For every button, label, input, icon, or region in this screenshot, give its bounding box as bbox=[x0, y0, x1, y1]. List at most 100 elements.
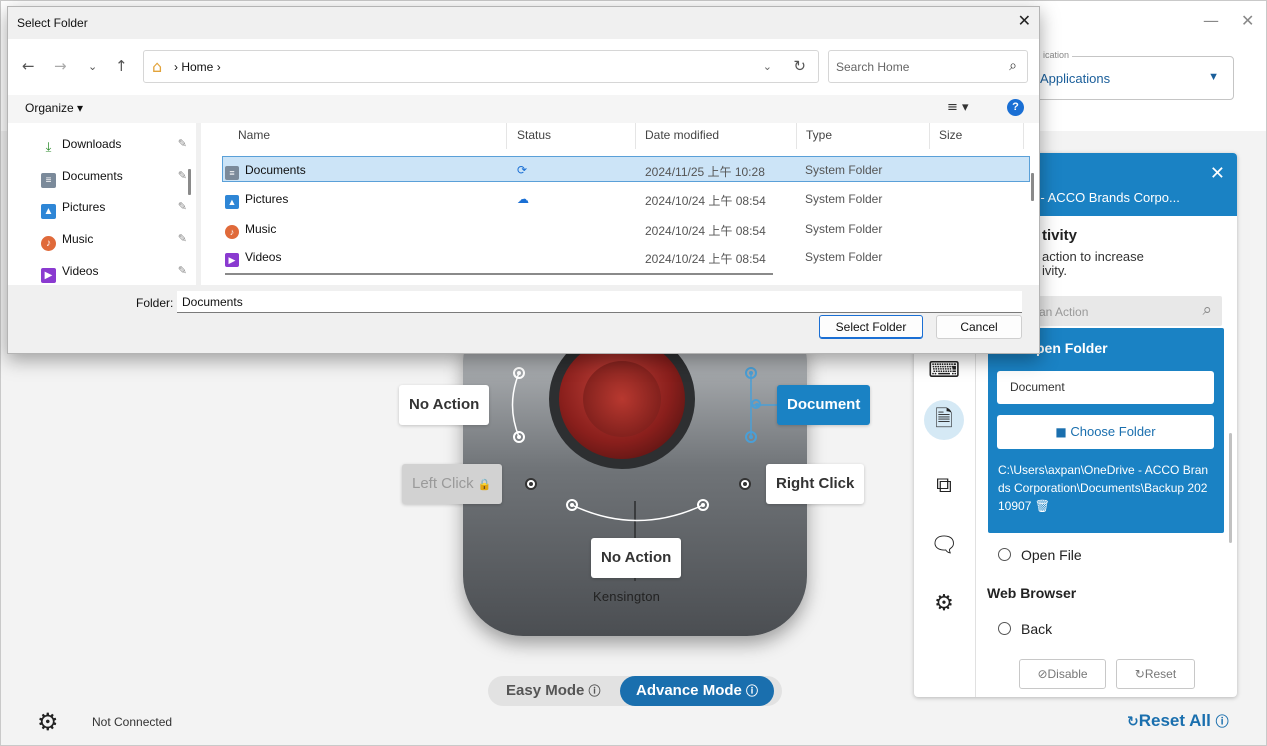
search-box[interactable]: ⌕ bbox=[828, 50, 1028, 83]
column-header-status[interactable]: Status bbox=[517, 128, 551, 142]
vertical-scrollbar[interactable] bbox=[1031, 173, 1034, 201]
disable-button[interactable]: ⊘Disable bbox=[1019, 659, 1106, 689]
command-bar: Organize ▾ ≡ ▾ ? bbox=[8, 95, 1039, 123]
button-dot-right-click[interactable] bbox=[739, 478, 751, 490]
pin-icon[interactable]: ✎ bbox=[178, 226, 187, 252]
callout-left-click[interactable]: Left Click 🔒 bbox=[402, 464, 502, 504]
button-dot-top-left[interactable] bbox=[513, 367, 525, 379]
pin-icon[interactable]: ✎ bbox=[178, 131, 187, 157]
documents-icon: ≡ bbox=[225, 166, 239, 180]
callout-top-right[interactable]: Document bbox=[777, 385, 871, 425]
column-header-name[interactable]: Name bbox=[238, 128, 270, 142]
pin-icon[interactable]: ✎ bbox=[178, 258, 187, 284]
keyboard-icon[interactable]: ⌨ bbox=[924, 351, 964, 391]
radio-open-file[interactable] bbox=[998, 548, 1011, 561]
search-icon: ⌕ bbox=[1009, 58, 1017, 74]
dialog-close-icon[interactable]: ✕ bbox=[1018, 11, 1031, 30]
pin-icon[interactable]: ✎ bbox=[178, 163, 187, 189]
forward-arrow-icon[interactable]: → bbox=[54, 57, 67, 75]
reset-button[interactable]: ↻Reset bbox=[1116, 659, 1195, 689]
button-dot-left-upper[interactable] bbox=[513, 431, 525, 443]
horizontal-scrollbar[interactable] bbox=[225, 273, 773, 275]
button-dot-top-right[interactable] bbox=[745, 367, 757, 379]
column-separator[interactable] bbox=[635, 123, 636, 149]
column-header-size[interactable]: Size bbox=[939, 128, 962, 142]
button-dot-bottom-right[interactable] bbox=[697, 499, 709, 511]
nav-item-music[interactable]: ♪ Music ✎ bbox=[41, 226, 191, 252]
panel-close-icon[interactable]: ✕ bbox=[1210, 163, 1225, 184]
videos-icon: ▶ bbox=[225, 253, 239, 267]
select-folder-button[interactable]: Select Folder bbox=[819, 315, 923, 339]
reset-icon: ↻ bbox=[1127, 714, 1139, 730]
button-dot-bottom-left[interactable] bbox=[566, 499, 578, 511]
address-dropdown-icon[interactable]: ⌄ bbox=[763, 60, 772, 73]
table-row[interactable]: ♪ Music 2024/10/24 上午 08:54 System Folder bbox=[222, 216, 1030, 242]
table-row[interactable]: ▶ Videos 2024/10/24 上午 08:54 System Folde… bbox=[222, 244, 1030, 270]
action-search-input[interactable]: an Action ⌕ bbox=[1029, 296, 1222, 326]
reset-all-button[interactable]: ↻Reset All ⓘ bbox=[1127, 711, 1229, 731]
row-name-cell: ▶ Videos bbox=[225, 250, 281, 267]
column-separator[interactable] bbox=[796, 123, 797, 149]
pictures-icon: ▲ bbox=[41, 204, 56, 219]
lock-icon: 🔒 bbox=[477, 478, 492, 491]
disable-icon: ⊘ bbox=[1037, 667, 1048, 681]
pictures-icon: ▲ bbox=[225, 195, 239, 209]
monitor-settings-icon[interactable]: ⚙ bbox=[924, 584, 964, 624]
nav-item-pictures[interactable]: ▲ Pictures ✎ bbox=[41, 194, 191, 220]
option-open-file[interactable]: Open File bbox=[998, 547, 1082, 563]
nav-item-downloads[interactable]: ⤓ Downloads ✎ bbox=[41, 131, 191, 157]
organize-menu[interactable]: Organize ▾ bbox=[25, 101, 83, 115]
address-bar[interactable]: ⌂ › Home › ⌄ ↻ bbox=[143, 50, 819, 83]
advance-mode-button[interactable]: Advance Mode ⓘ bbox=[620, 676, 775, 706]
column-separator[interactable] bbox=[1023, 123, 1024, 149]
radio-back[interactable] bbox=[998, 622, 1011, 635]
table-row[interactable]: ▲ Pictures ☁ 2024/10/24 上午 08:54 System F… bbox=[222, 186, 1030, 212]
row-name-cell: ♪ Music bbox=[225, 222, 276, 239]
cancel-button[interactable]: Cancel bbox=[936, 315, 1022, 339]
column-separator[interactable] bbox=[929, 123, 930, 149]
table-row[interactable]: ≡ Documents ⟳ 2024/11/25 上午 10:28 System … bbox=[222, 156, 1030, 182]
view-options-icon[interactable]: ≡ ▾ bbox=[947, 100, 969, 115]
column-header-type[interactable]: Type bbox=[806, 128, 832, 142]
settings-gear-icon[interactable]: ⚙ bbox=[37, 708, 69, 736]
column-separator[interactable] bbox=[506, 123, 507, 149]
document-name-field[interactable]: Document bbox=[997, 371, 1214, 404]
callout-bottom[interactable]: No Action bbox=[591, 538, 682, 578]
text-box-icon[interactable]: 🗨 bbox=[924, 526, 964, 566]
button-dot-document[interactable] bbox=[751, 399, 761, 409]
row-date-cell: 2024/10/24 上午 08:54 bbox=[645, 252, 766, 266]
file-clock-icon[interactable]: 🗎 bbox=[924, 400, 964, 440]
choose-folder-button[interactable]: ■ Choose Folder bbox=[997, 415, 1214, 449]
option-back[interactable]: Back bbox=[998, 621, 1052, 637]
videos-icon: ▶ bbox=[41, 268, 56, 283]
nav-item-videos[interactable]: ▶ Videos ✎ bbox=[41, 258, 191, 284]
reset-icon: ↻ bbox=[1134, 667, 1145, 681]
row-name-cell: ▲ Pictures bbox=[225, 192, 288, 209]
callout-right-click[interactable]: Right Click bbox=[766, 464, 865, 504]
search-input[interactable] bbox=[836, 58, 996, 76]
panel-description: action to increase ivity. bbox=[1042, 249, 1144, 278]
nav-pane-scrollbar[interactable] bbox=[188, 169, 191, 195]
refresh-icon[interactable]: ↻ bbox=[793, 57, 806, 75]
callout-top-left[interactable]: No Action bbox=[399, 385, 490, 425]
trash-icon[interactable]: 🗑 bbox=[1035, 499, 1050, 513]
up-arrow-icon[interactable]: ↑ bbox=[115, 57, 128, 75]
copy-add-icon[interactable]: ⧉ bbox=[924, 466, 964, 506]
folder-label: Folder: bbox=[136, 296, 174, 310]
recent-locations-chevron-icon[interactable]: ⌄ bbox=[88, 60, 97, 73]
pin-icon[interactable]: ✎ bbox=[178, 194, 187, 220]
documents-icon: ≡ bbox=[41, 173, 56, 188]
column-header-date[interactable]: Date modified bbox=[645, 128, 719, 142]
back-arrow-icon[interactable]: ← bbox=[22, 57, 35, 75]
folder-name-input[interactable] bbox=[177, 291, 1022, 313]
help-icon[interactable]: ? bbox=[1007, 99, 1024, 116]
group-web-browser: Web Browser bbox=[987, 585, 1077, 601]
folder-path: C:\Users\axpan\OneDrive - ACCO Brands Co… bbox=[998, 463, 1209, 513]
breadcrumb[interactable]: › Home › bbox=[174, 60, 221, 74]
easy-mode-button[interactable]: Easy Mode ⓘ bbox=[490, 676, 617, 706]
button-dot-left-click[interactable] bbox=[525, 478, 537, 490]
panel-scrollbar[interactable] bbox=[1229, 433, 1232, 543]
nav-item-documents[interactable]: ≡ Documents ✎ bbox=[41, 163, 191, 189]
button-dot-right-upper[interactable] bbox=[745, 431, 757, 443]
search-icon: ⌕ bbox=[1202, 300, 1212, 320]
